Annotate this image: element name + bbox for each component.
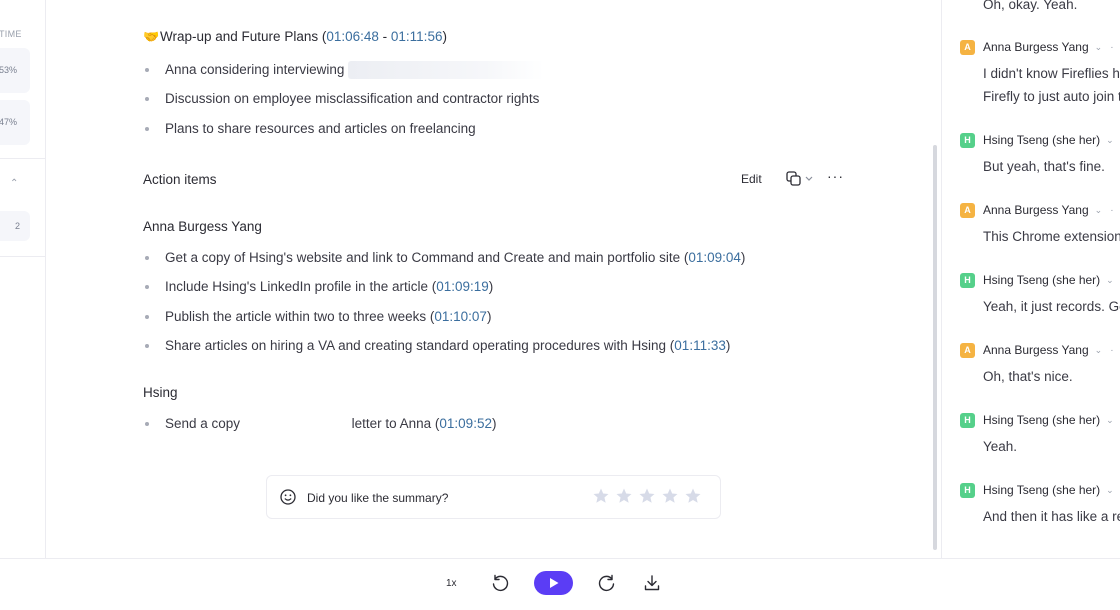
action-item: Share articles on hiring a VA and creati… bbox=[143, 337, 745, 366]
speaker-avatar: A bbox=[960, 342, 975, 358]
section-heading: 🤝Wrap-up and Future Plans (01:06:48 - 01… bbox=[143, 29, 447, 44]
summary-feedback-card: Did you like the summary? bbox=[266, 475, 721, 519]
transcript-text: Oh, okay. Yeah. bbox=[983, 0, 1078, 12]
feedback-question: Did you like the summary? bbox=[307, 491, 449, 505]
edit-button[interactable]: Edit bbox=[741, 172, 762, 186]
summary-bullet: Plans to share resources and articles on… bbox=[143, 120, 544, 149]
playback-speed-button[interactable]: 1x bbox=[446, 578, 457, 589]
speaker-name: Hsing Tseng (she her) bbox=[983, 273, 1101, 287]
divider bbox=[0, 256, 45, 257]
chevron-down-icon[interactable]: ⌄ bbox=[1106, 485, 1114, 496]
left-stats-panel: ⌃ TIME 53% 47% ⌃ 2 bbox=[0, 0, 46, 558]
chevron-down-icon[interactable]: ⌄ bbox=[1106, 275, 1114, 286]
timestamp-link[interactable]: 01:09:52 bbox=[439, 416, 492, 431]
speaker-name: Hsing Tseng (she her) bbox=[983, 413, 1101, 427]
summary-bullet: Anna considering interviewing bbox=[143, 61, 545, 90]
timestamp-link[interactable]: 01:11:33 bbox=[674, 338, 726, 353]
transcript-speaker[interactable]: A Anna Burgess Yang ⌄ · bbox=[960, 39, 1114, 55]
copy-button[interactable] bbox=[785, 170, 817, 188]
speaker-avatar: H bbox=[960, 132, 975, 148]
speaker-name: Anna Burgess Yang bbox=[983, 203, 1089, 217]
speaker-avatar: A bbox=[960, 202, 975, 218]
section-title: Wrap-up and Future Plans bbox=[160, 29, 319, 44]
star-icon[interactable] bbox=[638, 487, 656, 505]
redacted-block bbox=[348, 61, 545, 80]
timestamp-link[interactable]: 01:11:56 bbox=[391, 29, 443, 44]
rewind-icon[interactable] bbox=[490, 573, 510, 593]
transcript-text: Yeah. bbox=[983, 439, 1018, 454]
transcript-text: Yeah, it just records. Go bbox=[983, 299, 1120, 314]
action-item-list: Send a copy letter to Anna (01:09:52) bbox=[143, 415, 496, 444]
action-item: Send a copy letter to Anna (01:09:52) bbox=[143, 415, 496, 444]
chevron-down-icon[interactable]: ⌄ bbox=[1095, 345, 1103, 356]
chevron-up-icon[interactable]: ⌃ bbox=[8, 0, 16, 7]
assignee-name: Anna Burgess Yang bbox=[143, 219, 262, 234]
transcript-text: And then it has like a re bbox=[983, 509, 1120, 524]
timestamp-link[interactable]: 01:10:07 bbox=[434, 309, 487, 324]
speaker-name: Hsing Tseng (she her) bbox=[983, 483, 1101, 497]
more-dot-icon[interactable]: · bbox=[1110, 42, 1113, 53]
chevron-down-icon[interactable]: ⌄ bbox=[1095, 205, 1103, 216]
transcript-text: But yeah, that's fine. bbox=[983, 159, 1105, 174]
transcript-speaker[interactable]: H Hsing Tseng (she her) ⌄ bbox=[960, 272, 1114, 288]
more-options-icon[interactable]: ··· bbox=[827, 168, 844, 184]
chevron-up-icon[interactable]: ⌃ bbox=[10, 178, 18, 189]
chevron-down-icon[interactable]: ⌄ bbox=[1106, 415, 1114, 426]
smile-icon bbox=[280, 489, 296, 505]
star-icon[interactable] bbox=[592, 487, 610, 505]
transcript-speaker[interactable]: H Hsing Tseng (she her) ⌄ bbox=[960, 412, 1114, 428]
speaker-avatar: A bbox=[960, 39, 975, 55]
speaker-avatar: H bbox=[960, 482, 975, 498]
transcript-text: Oh, that's nice. bbox=[983, 369, 1073, 384]
topic-count: 2 bbox=[14, 221, 20, 231]
speaker-name: Hsing Tseng (she her) bbox=[983, 133, 1101, 147]
transcript-speaker[interactable]: A Anna Burgess Yang ⌄ · bbox=[960, 342, 1114, 358]
transcript-text: This Chrome extension bbox=[983, 229, 1120, 244]
play-button[interactable] bbox=[534, 571, 573, 595]
transcript-text: Firefly to just auto join t bbox=[983, 89, 1120, 104]
star-icon[interactable] bbox=[684, 487, 702, 505]
action-items-heading: Action items bbox=[143, 172, 217, 187]
copy-icon bbox=[786, 171, 813, 186]
action-item-list: Get a copy of Hsing's website and link t… bbox=[143, 249, 745, 366]
chevron-down-icon[interactable]: ⌄ bbox=[1095, 42, 1103, 53]
speaker-name: Anna Burgess Yang bbox=[983, 343, 1089, 357]
time-column-label: TIME bbox=[0, 29, 22, 39]
chevron-down-icon[interactable]: ⌄ bbox=[1106, 135, 1114, 146]
star-icon[interactable] bbox=[615, 487, 633, 505]
more-dot-icon[interactable]: · bbox=[1110, 205, 1113, 216]
more-dot-icon[interactable]: · bbox=[1110, 345, 1113, 356]
divider bbox=[0, 158, 45, 159]
assignee-name: Hsing bbox=[143, 385, 178, 400]
summary-bullets: Anna considering interviewing Discussion… bbox=[143, 61, 545, 149]
timestamp-link[interactable]: 01:09:04 bbox=[688, 250, 741, 265]
timestamp-link[interactable]: 01:09:19 bbox=[436, 279, 489, 294]
download-icon[interactable] bbox=[642, 573, 662, 593]
summary-bullet: Discussion on employee misclassification… bbox=[143, 90, 544, 119]
summary-panel: 🤝Wrap-up and Future Plans (01:06:48 - 01… bbox=[47, 0, 933, 558]
action-item: Publish the article within two to three … bbox=[143, 308, 745, 337]
player-controls: 1x bbox=[0, 558, 1120, 610]
transcript-text: I didn't know Fireflies h bbox=[983, 66, 1120, 81]
action-item: Include Hsing's LinkedIn profile in the … bbox=[143, 278, 745, 307]
transcript-panel: Oh, okay. Yeah. A Anna Burgess Yang ⌄ · … bbox=[941, 0, 1120, 558]
redacted-block bbox=[243, 416, 348, 433]
speaker-stat-percent: 47% bbox=[0, 117, 18, 127]
speaker-stat-percent: 53% bbox=[0, 65, 18, 75]
play-icon bbox=[550, 578, 559, 588]
speaker-avatar: H bbox=[960, 272, 975, 288]
transcript-speaker[interactable]: H Hsing Tseng (she her) ⌄ bbox=[960, 482, 1114, 498]
transcript-speaker[interactable]: A Anna Burgess Yang ⌄ · bbox=[960, 202, 1114, 218]
star-icon[interactable] bbox=[661, 487, 679, 505]
timestamp-link[interactable]: 01:06:48 bbox=[326, 29, 379, 44]
summary-scrollbar[interactable] bbox=[933, 145, 937, 550]
topic-count-box: 2 bbox=[0, 211, 30, 241]
transcript-speaker[interactable]: H Hsing Tseng (she her) ⌄ bbox=[960, 132, 1114, 148]
star-rating bbox=[592, 487, 702, 505]
handshake-icon: 🤝 bbox=[143, 29, 160, 44]
fast-forward-icon[interactable] bbox=[597, 573, 617, 593]
speaker-avatar: H bbox=[960, 412, 975, 428]
action-item: Get a copy of Hsing's website and link t… bbox=[143, 249, 745, 278]
speaker-name: Anna Burgess Yang bbox=[983, 40, 1089, 54]
